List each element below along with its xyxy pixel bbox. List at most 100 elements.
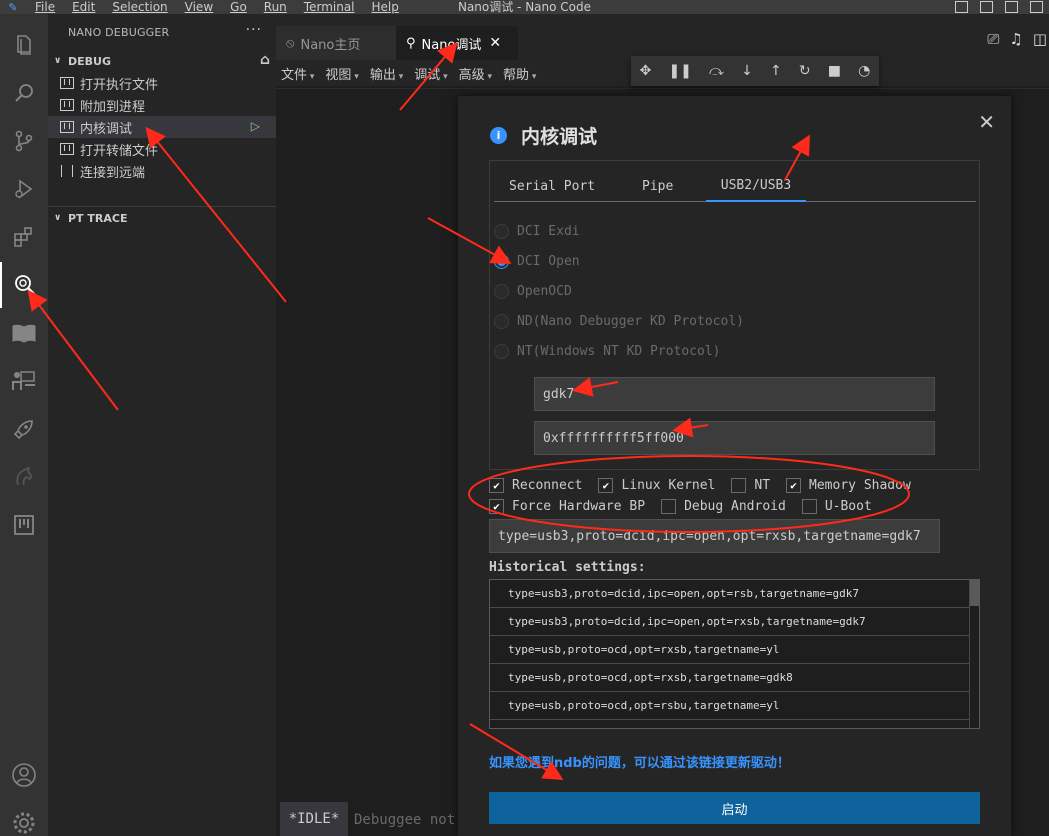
sidebar-item-open-executable[interactable]: 打开执行文件: [48, 72, 276, 94]
disconnect-icon[interactable]: ◔: [858, 63, 870, 79]
address-field[interactable]: [534, 421, 935, 455]
command-line-field[interactable]: type=usb3,proto=dcid,ipc=open,opt=rxsb,t…: [489, 519, 940, 553]
menu-view-cn[interactable]: 视图: [320, 64, 364, 83]
checkbox-debug-android[interactable]: Debug Android: [661, 498, 786, 514]
drag-handle-icon[interactable]: ✥: [640, 63, 652, 79]
radio-dci-exdi[interactable]: DCI Exdi: [494, 222, 580, 240]
target-name-field[interactable]: [534, 377, 935, 411]
menu-file[interactable]: File: [26, 0, 63, 14]
play-icon[interactable]: ▷: [251, 119, 260, 133]
checkbox-unchecked-icon[interactable]: [731, 477, 747, 493]
debug-section-header[interactable]: ∨ DEBUG ⌂: [48, 50, 276, 72]
pause-icon[interactable]: ❚❚: [668, 63, 691, 79]
radio-button[interactable]: [494, 283, 509, 299]
menu-debug-cn[interactable]: 调试: [409, 64, 453, 83]
sidebar-item-open-dump[interactable]: 打开转储文件: [48, 138, 276, 160]
rocket-icon[interactable]: [0, 406, 48, 452]
tab-nano-home[interactable]: ⦸ Nano主页: [276, 26, 396, 60]
menu-help-cn[interactable]: 帮助: [498, 64, 542, 83]
menu-terminal[interactable]: Terminal: [295, 0, 363, 14]
tab-usb[interactable]: USB2/USB3: [706, 171, 806, 202]
sidebar-item-kernel-debug[interactable]: 内核调试 ▷: [48, 116, 276, 138]
toggle-sidebar-icon[interactable]: [955, 1, 968, 13]
tab-nano-debug[interactable]: ⚲ Nano调试 ✕: [396, 26, 518, 60]
step-out-icon[interactable]: ↑: [770, 63, 782, 79]
menu-view[interactable]: View: [176, 0, 221, 14]
driver-update-link[interactable]: 如果您遇到ndb的问题，可以通过该链接更新驱动！: [489, 752, 790, 771]
source-control-icon[interactable]: [0, 118, 48, 164]
checkbox-unchecked-icon[interactable]: [661, 498, 677, 514]
history-item[interactable]: type=usb3,proto=dcid,ipc=open,opt=rxsb,t…: [490, 608, 970, 636]
menu-run[interactable]: Run: [255, 0, 295, 14]
menu-edit[interactable]: Edit: [63, 0, 103, 14]
home-icon[interactable]: ⌂: [260, 52, 270, 68]
checkbox-reconnect[interactable]: ✔ Reconnect: [489, 477, 582, 493]
restart-icon[interactable]: ↻: [799, 63, 811, 79]
extensions-icon[interactable]: [0, 214, 48, 260]
sidebar-item-attach-process[interactable]: 附加到进程: [48, 94, 276, 116]
menu-output-cn[interactable]: 输出: [365, 64, 409, 83]
checkbox-nt[interactable]: NT: [731, 477, 770, 493]
toggle-panel-icon[interactable]: [980, 1, 993, 13]
history-item[interactable]: type=usb,proto=ocd,opt=rsbu,targetname=y…: [490, 692, 970, 720]
radio-dci-open[interactable]: DCI Open: [494, 252, 580, 270]
settings-gear-icon[interactable]: [0, 800, 48, 836]
layout-controls: [955, 0, 1043, 13]
checkbox-linux-kernel[interactable]: ✔ Linux Kernel: [598, 477, 716, 493]
checkbox-u-boot[interactable]: U-Boot: [801, 498, 872, 514]
account-icon[interactable]: [0, 752, 48, 798]
nano-debugger-icon[interactable]: [0, 262, 48, 308]
address-input[interactable]: [543, 430, 934, 446]
pt-trace-section-header[interactable]: ∨ PT TRACE: [48, 207, 276, 229]
radio-nd[interactable]: ND(Nano Debugger KD Protocol): [494, 312, 744, 330]
checkbox-label: Linux Kernel: [621, 477, 716, 493]
files-icon[interactable]: [0, 22, 48, 68]
menu-file-cn[interactable]: 文件: [276, 64, 320, 83]
sidebar-item-connect-remote[interactable]: 连接到远端: [48, 160, 276, 182]
board-icon[interactable]: [0, 502, 48, 548]
radio-button[interactable]: [494, 313, 509, 329]
search-icon[interactable]: [0, 70, 48, 116]
checkbox-checked-icon[interactable]: ✔: [489, 477, 504, 493]
history-item[interactable]: type=usb,proto=ocd,opt=rxsb,targetname=g…: [490, 664, 970, 692]
split-editor-icon[interactable]: ◫: [1033, 30, 1047, 48]
radio-button[interactable]: [494, 343, 509, 359]
history-item[interactable]: type=usb3,proto=dcid,ipc=open,opt=rsb,ta…: [490, 580, 970, 608]
checkbox-checked-icon[interactable]: ✔: [489, 498, 504, 514]
checkbox-unchecked-icon[interactable]: [801, 498, 817, 514]
checkbox-checked-icon[interactable]: ✔: [786, 477, 802, 493]
menu-advanced-cn[interactable]: 高级: [454, 64, 498, 83]
close-tab-icon[interactable]: ✕: [489, 35, 501, 51]
menu-help[interactable]: Help: [363, 0, 407, 14]
run-debug-icon[interactable]: [0, 166, 48, 212]
horse-icon[interactable]: [0, 454, 48, 500]
presenter-icon[interactable]: [0, 358, 48, 404]
more-actions-icon[interactable]: ···: [246, 22, 262, 38]
radio-openocd[interactable]: OpenOCD: [494, 282, 572, 300]
checkbox-checked-icon[interactable]: ✔: [598, 477, 614, 493]
open-preview-icon[interactable]: ⎚: [987, 30, 999, 48]
history-scrollbar[interactable]: [969, 580, 979, 728]
stop-icon[interactable]: ■: [828, 63, 841, 79]
radio-button[interactable]: [494, 223, 509, 239]
customize-layout-icon[interactable]: [1030, 1, 1043, 13]
scrollbar-thumb[interactable]: [970, 580, 979, 606]
book-icon[interactable]: [0, 310, 48, 356]
menu-selection[interactable]: Selection: [103, 0, 175, 14]
close-dialog-icon[interactable]: ✕: [978, 110, 995, 134]
tab-pipe[interactable]: Pipe: [642, 171, 673, 202]
start-button[interactable]: 启动: [489, 792, 980, 824]
step-into-icon[interactable]: ↓: [741, 63, 753, 79]
music-icon[interactable]: ♫: [1009, 30, 1022, 48]
radio-nt[interactable]: NT(Windows NT KD Protocol): [494, 342, 721, 360]
activity-bar: [0, 14, 48, 836]
checkbox-memory-shadow[interactable]: ✔ Memory Shadow: [786, 477, 911, 493]
step-over-icon[interactable]: ⤼: [709, 63, 724, 79]
tab-serial-port[interactable]: Serial Port: [509, 171, 595, 202]
radio-button-selected[interactable]: [494, 253, 509, 269]
checkbox-force-hardware-bp[interactable]: ✔ Force Hardware BP: [489, 498, 645, 514]
target-name-input[interactable]: [543, 386, 934, 402]
toggle-secondary-sidebar-icon[interactable]: [1005, 1, 1018, 13]
menu-go[interactable]: Go: [221, 0, 255, 14]
history-item[interactable]: type=usb,proto=ocd,opt=rxsb,targetname=y…: [490, 636, 970, 664]
